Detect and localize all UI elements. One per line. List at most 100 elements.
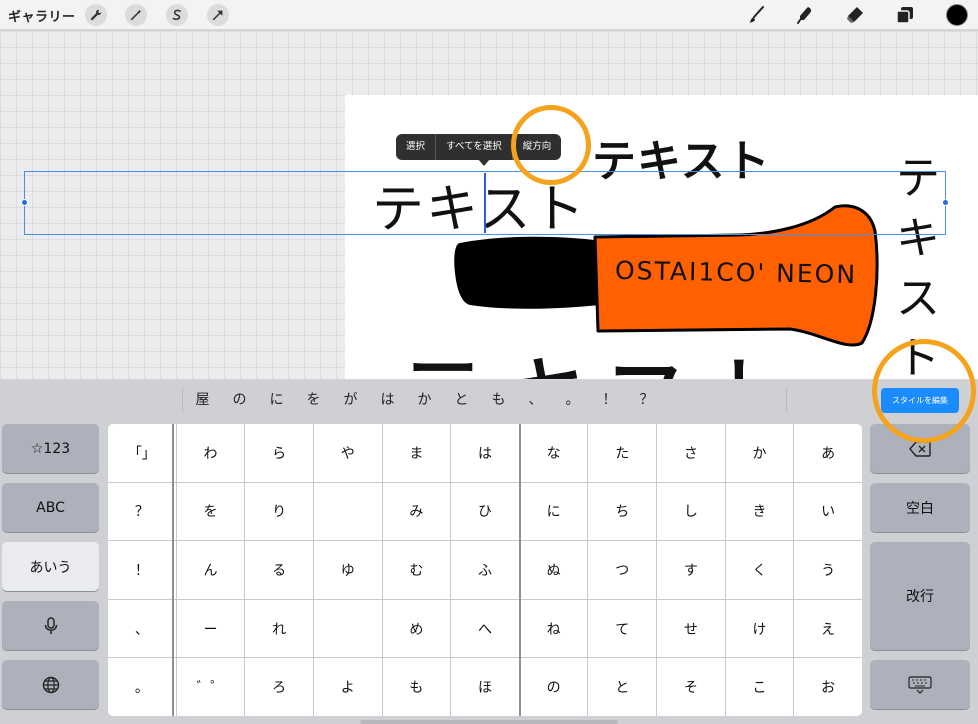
transform-arrow-icon[interactable] xyxy=(207,4,229,26)
kana-key[interactable]: ほ xyxy=(451,658,519,716)
candidate[interactable]: に xyxy=(258,380,295,420)
candidate[interactable]: ！ xyxy=(591,380,628,420)
kana-key-grid: 「」 わ ら や ま は な た さ か あ ？ を り み ひ に ち し き… xyxy=(108,424,862,716)
kana-key[interactable]: し xyxy=(657,482,725,541)
kana-key-empty xyxy=(313,599,382,658)
kana-key[interactable]: た xyxy=(588,424,657,482)
kana-key[interactable]: と xyxy=(588,658,657,716)
color-picker-swatch[interactable] xyxy=(946,4,968,26)
keyboard-dismiss-icon[interactable] xyxy=(870,660,970,709)
kana-key[interactable]: き xyxy=(725,482,794,541)
candidate-list: 屋 の に を が は か と も 、 。 ！ ？ xyxy=(184,380,665,420)
candidate[interactable]: ？ xyxy=(628,380,665,420)
candidate[interactable]: を xyxy=(295,380,332,420)
candidate[interactable]: か xyxy=(406,380,443,420)
kana-key[interactable]: は xyxy=(451,424,519,482)
kana-key[interactable]: す xyxy=(657,541,725,599)
kana-key[interactable]: れ xyxy=(245,599,313,658)
kana-key[interactable]: く xyxy=(725,541,794,599)
kana-key[interactable]: え xyxy=(794,599,862,658)
kana-key[interactable]: に xyxy=(519,482,588,541)
globe-icon[interactable] xyxy=(2,660,99,709)
kana-key[interactable]: 。 xyxy=(108,658,176,716)
key-abc[interactable]: ABC xyxy=(2,483,99,532)
kana-key[interactable]: め xyxy=(382,599,451,658)
kana-key[interactable]: も xyxy=(382,658,451,716)
candidate[interactable]: 。 xyxy=(554,380,591,420)
kana-key[interactable]: ろ xyxy=(245,658,313,716)
resize-handle-left[interactable] xyxy=(21,199,28,206)
kana-key[interactable]: ひ xyxy=(451,482,519,541)
highlight-circle-edit-style xyxy=(872,339,976,443)
kana-key[interactable]: へ xyxy=(451,599,519,658)
candidate-bar: 屋 の に を が は か と も 、 。 ！ ？ スタイルを編集 xyxy=(0,380,978,420)
candidate-divider xyxy=(786,388,787,412)
kana-key[interactable]: こ xyxy=(725,658,794,716)
context-menu-pointer xyxy=(478,159,490,166)
kana-key[interactable]: ま xyxy=(382,424,451,482)
kana-key[interactable]: せ xyxy=(657,599,725,658)
brush-icon[interactable] xyxy=(745,3,769,27)
highlight-circle-vertical xyxy=(511,105,591,185)
kana-key[interactable]: つ xyxy=(588,541,657,599)
kana-key[interactable]: や xyxy=(313,424,382,482)
candidate[interactable]: も xyxy=(480,380,517,420)
menu-item-select[interactable]: 選択 xyxy=(396,134,437,160)
kana-key[interactable]: 「」 xyxy=(108,424,176,482)
candidate[interactable]: 、 xyxy=(517,380,554,420)
kana-key[interactable]: う xyxy=(794,541,862,599)
kana-key[interactable]: い xyxy=(794,482,862,541)
kana-key[interactable]: け xyxy=(725,599,794,658)
kana-key[interactable]: か xyxy=(725,424,794,482)
kana-key[interactable]: わ xyxy=(176,424,245,482)
eraser-icon[interactable] xyxy=(843,3,867,27)
kana-key[interactable]: て xyxy=(588,599,657,658)
kana-key[interactable]: 、 xyxy=(108,599,176,658)
kana-key[interactable]: ！ xyxy=(108,541,176,599)
selection-s-icon[interactable] xyxy=(166,4,188,26)
candidate[interactable]: 屋 xyxy=(184,380,221,420)
candidate[interactable]: の xyxy=(221,380,258,420)
kana-key[interactable]: る xyxy=(245,541,313,599)
mic-icon[interactable] xyxy=(2,601,99,650)
kana-key[interactable]: ー xyxy=(176,599,245,658)
kana-key-dakuten[interactable]: ゛゜ xyxy=(176,658,245,716)
canvas-area[interactable]: OSTAI1CO' NEON テキスト テキスト テキスト テキスト 選択 すべ… xyxy=(0,31,978,379)
kana-key[interactable]: ふ xyxy=(451,541,519,599)
kana-key[interactable]: な xyxy=(519,424,588,482)
space-key[interactable]: 空白 xyxy=(870,483,970,532)
kana-key[interactable]: の xyxy=(519,658,588,716)
smudge-icon[interactable] xyxy=(793,3,817,27)
kana-key[interactable]: ち xyxy=(588,482,657,541)
kana-key[interactable]: ゆ xyxy=(313,541,382,599)
menu-item-select-all[interactable]: すべてを選択 xyxy=(436,134,513,160)
key-kana[interactable]: あいう xyxy=(2,542,99,591)
kana-key[interactable]: そ xyxy=(657,658,725,716)
kana-key[interactable]: み xyxy=(382,482,451,541)
kana-key[interactable]: ね xyxy=(519,599,588,658)
gallery-button[interactable]: ギャラリー xyxy=(8,6,76,25)
kana-key[interactable]: を xyxy=(176,482,245,541)
text-layer-large[interactable]: テキスト xyxy=(392,321,805,379)
kana-key[interactable]: り xyxy=(245,482,313,541)
kana-key[interactable]: ぬ xyxy=(519,541,588,599)
layers-icon[interactable] xyxy=(893,3,917,27)
kana-key[interactable]: よ xyxy=(313,658,382,716)
kana-key[interactable]: お xyxy=(794,658,862,716)
grid-separator xyxy=(519,424,521,716)
key-symbols[interactable]: ☆123 xyxy=(2,424,99,473)
wrench-icon[interactable] xyxy=(85,4,107,26)
kana-key[interactable]: む xyxy=(382,541,451,599)
magic-wand-icon[interactable] xyxy=(125,4,147,26)
candidate-divider xyxy=(182,388,183,412)
kana-key[interactable]: あ xyxy=(794,424,862,482)
kana-key[interactable]: さ xyxy=(657,424,725,482)
resize-handle-right[interactable] xyxy=(942,199,949,206)
candidate[interactable]: が xyxy=(332,380,369,420)
candidate[interactable]: と xyxy=(443,380,480,420)
candidate[interactable]: は xyxy=(369,380,406,420)
kana-key[interactable]: ら xyxy=(245,424,313,482)
kana-key[interactable]: ？ xyxy=(108,482,176,541)
kana-key[interactable]: ん xyxy=(176,541,245,599)
enter-key[interactable]: 改行 xyxy=(870,542,970,650)
